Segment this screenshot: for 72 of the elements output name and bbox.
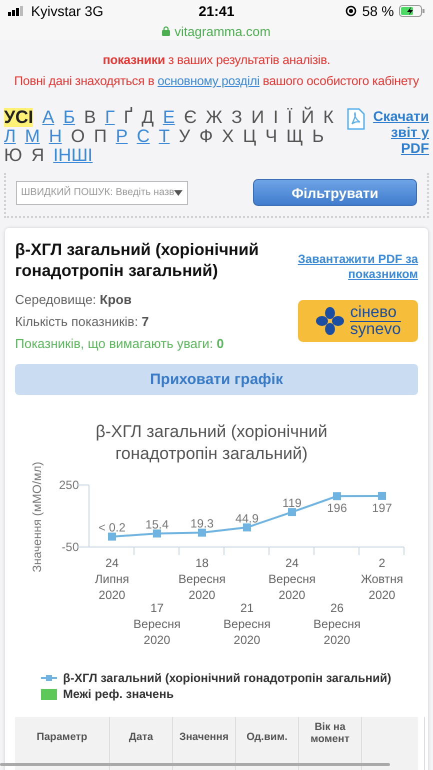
signal-icon bbox=[8, 6, 26, 16]
notice-text: показники з ваших результатів аналізів. bbox=[102, 52, 332, 68]
x-tick-label: 26 Вересня 2020 bbox=[313, 601, 361, 647]
data-point bbox=[333, 492, 341, 500]
letter-filter[interactable]: К bbox=[323, 108, 334, 127]
x-tick-label: 18 Вересня 2020 bbox=[178, 556, 226, 602]
letter-filter[interactable]: Я bbox=[31, 146, 44, 165]
letter-filter[interactable]: Х bbox=[222, 127, 234, 146]
carrier: Kyivstar 3G bbox=[31, 3, 104, 19]
data-label: 197 bbox=[372, 500, 392, 515]
flower-icon bbox=[315, 306, 346, 336]
letter-filter[interactable]: Ю bbox=[4, 146, 22, 165]
data-point bbox=[288, 508, 296, 516]
test-title: β-ХГЛ загальний (хоріонічний гонадотропін загальний) bbox=[15, 240, 260, 282]
data-label: 19.3 bbox=[190, 516, 214, 531]
letter-filter[interactable]: З bbox=[231, 108, 242, 127]
data-point bbox=[108, 532, 116, 541]
y-tick-label: 250 bbox=[58, 478, 79, 492]
letter-filter[interactable]: И bbox=[251, 108, 264, 127]
data-label: 196 bbox=[326, 501, 348, 516]
data-point bbox=[198, 528, 206, 537]
filter-button[interactable]: Фільтрувати bbox=[253, 179, 417, 206]
letter-filter[interactable]: Є bbox=[184, 108, 197, 127]
data-label: 15.4 bbox=[145, 517, 169, 532]
info-line: Показників, що вимагають уваги: 0 bbox=[15, 336, 225, 351]
y-axis-label: Значення (мМО/мл) bbox=[30, 462, 44, 572]
download-report-link[interactable]: Скачати звіт у PDF bbox=[369, 108, 429, 156]
letter-filter[interactable]: УСІ bbox=[4, 108, 34, 127]
letter-filter[interactable]: Д bbox=[142, 108, 154, 127]
x-tick-label: 2 Жовтня 2020 bbox=[360, 556, 404, 602]
notice-text: Повні дані знаходяться в основному розділі вашого особистого кабінету bbox=[13, 73, 420, 89]
legend-label: Межі реф. значень bbox=[63, 687, 174, 701]
letter-filter[interactable]: Й bbox=[301, 108, 314, 127]
x-tick-label: 17 Вересня 2020 bbox=[133, 601, 181, 647]
dropdown-caret-icon bbox=[174, 190, 183, 196]
lock-icon bbox=[162, 26, 170, 36]
letter-filter[interactable]: О bbox=[70, 127, 85, 146]
line-legend-icon bbox=[41, 674, 57, 682]
letter-filter[interactable]: Щ bbox=[286, 127, 304, 146]
data-point bbox=[243, 523, 251, 532]
logo-text: сінево bbox=[350, 304, 401, 322]
letter-filter[interactable]: П bbox=[94, 127, 107, 146]
info-line: Кількість показників: 7 bbox=[15, 314, 150, 329]
x-tick-label: 21 Вересня 2020 bbox=[223, 601, 271, 647]
letter-filter[interactable]: Ф bbox=[199, 127, 213, 146]
logo-text: synevo bbox=[350, 322, 401, 338]
data-label: < 0.2 bbox=[98, 520, 126, 535]
chart-title: β-ХГЛ загальний (хоріонічний гонадотропін загальний) bbox=[94, 421, 328, 465]
letter-filter[interactable]: Ь bbox=[312, 127, 324, 146]
battery-icon bbox=[399, 5, 425, 17]
clock: 21:41 bbox=[198, 3, 234, 19]
data-label: 44.9 bbox=[235, 511, 259, 526]
letter-filter[interactable]: Ж bbox=[206, 108, 222, 127]
y-tick-label: -50 bbox=[62, 540, 79, 554]
letter-filter[interactable]: І bbox=[273, 108, 278, 127]
pdf-icon bbox=[347, 108, 365, 130]
letter-filter[interactable]: Ч bbox=[265, 127, 278, 146]
letter-filter[interactable]: Ґ bbox=[124, 108, 133, 127]
letter-filter[interactable]: У bbox=[178, 127, 190, 146]
data-point bbox=[378, 492, 386, 500]
data-label: 119 bbox=[282, 496, 302, 510]
letter-filter[interactable]: Ц bbox=[242, 127, 256, 146]
legend-label: β-ХГЛ загальний (хоріонічний гонадотропін загальний) bbox=[63, 671, 392, 685]
letter-filter[interactable]: Ї bbox=[287, 108, 292, 127]
data-point bbox=[153, 529, 161, 538]
pdf-download-link[interactable]: Завантажити PDF за показником bbox=[293, 252, 418, 282]
letter-filter[interactable]: В bbox=[84, 108, 96, 127]
info-line: Середовище: Кров bbox=[15, 292, 133, 307]
rotation-lock-icon bbox=[345, 5, 358, 17]
x-tick-label: 24 Вересня 2020 bbox=[268, 556, 316, 602]
battery-percent: 58 % bbox=[362, 3, 394, 19]
x-tick-label: 24 Липня 2020 bbox=[94, 556, 130, 602]
